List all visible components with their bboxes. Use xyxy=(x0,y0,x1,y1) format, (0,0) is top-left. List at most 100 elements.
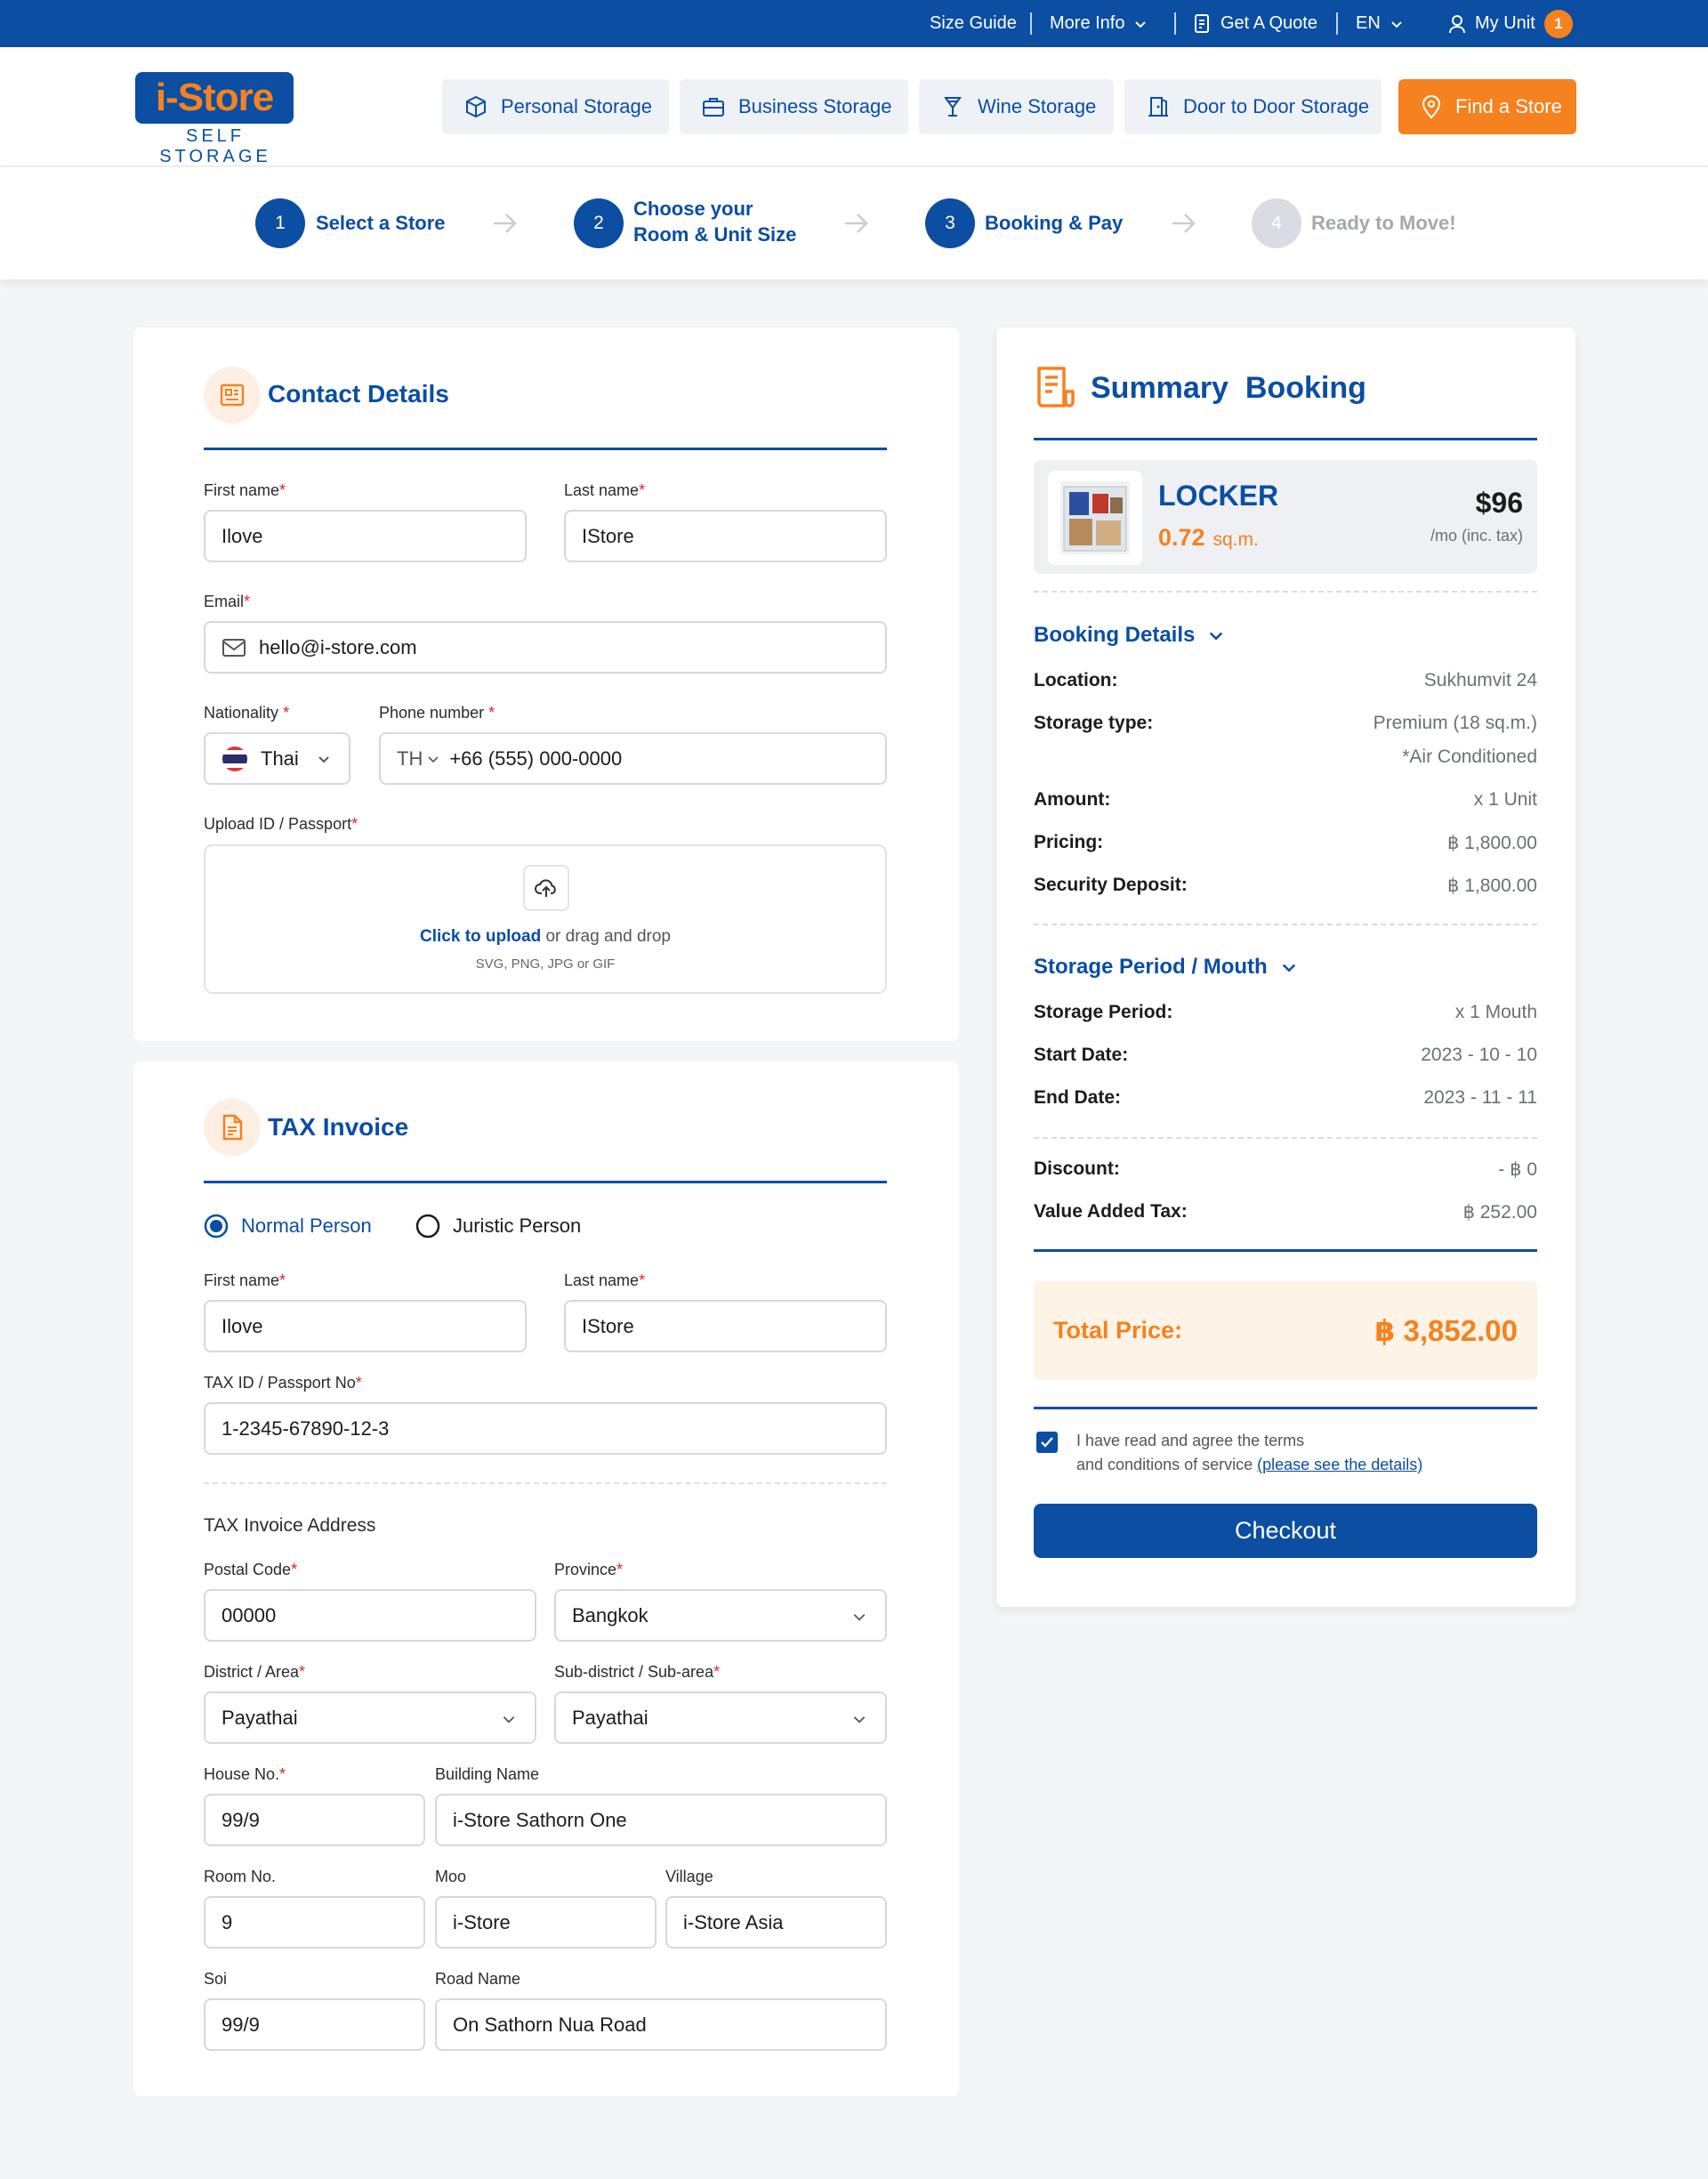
chevron-down-icon xyxy=(853,1614,866,1621)
step-2-label[interactable]: Choose your Room & Unit Size xyxy=(633,197,796,247)
last-name-input[interactable]: IStore xyxy=(564,510,887,562)
storage-period-toggle[interactable]: Storage Period / Mouth xyxy=(1034,955,1298,980)
user-icon xyxy=(1449,14,1465,33)
district-label: District / Area* xyxy=(204,1663,306,1681)
upload-instructions: Click to upload or drag and drop xyxy=(205,927,885,947)
nav-personal-storage[interactable]: Personal Storage xyxy=(442,79,669,134)
room-no-input[interactable]: 9 xyxy=(204,1896,425,1949)
divider xyxy=(1174,12,1176,35)
first-name-input[interactable]: Ilove xyxy=(204,510,527,562)
building-name-input[interactable]: i-Store Sathorn One xyxy=(435,1794,887,1846)
dashed-divider xyxy=(1034,924,1537,925)
my-unit-link[interactable]: My Unit 1 xyxy=(1448,0,1573,47)
unit-price-note: /mo (inc. tax) xyxy=(1430,527,1523,545)
house-no-input[interactable]: 99/9 xyxy=(204,1794,425,1846)
get-quote-label: Get A Quote xyxy=(1221,13,1317,33)
nav-door-to-door-storage[interactable]: Door to Door Storage xyxy=(1124,79,1382,134)
email-input[interactable]: hello@i-store.com xyxy=(204,621,887,674)
phone-value: +66 (555) 000-0000 xyxy=(449,747,623,770)
logo[interactable]: i-Store xyxy=(135,72,294,124)
unit-name: LOCKER xyxy=(1158,480,1279,512)
row-storage-type-note: *Air Conditioned xyxy=(1402,747,1537,767)
radio-juristic-person[interactable]: Juristic Person xyxy=(415,1214,581,1239)
section-divider xyxy=(204,448,887,450)
section-divider xyxy=(1034,1249,1537,1252)
nav-wine-storage[interactable]: Wine Storage xyxy=(919,79,1114,134)
tax-last-name-input[interactable]: IStore xyxy=(564,1300,887,1352)
first-name-label: First name* xyxy=(204,481,286,499)
subdistrict-label: Sub-district / Sub-area* xyxy=(554,1663,721,1681)
unit-size: 0.72 sq.m. xyxy=(1158,524,1259,551)
total-price-value: ฿ 3,852.00 xyxy=(1374,1314,1518,1347)
storage-period-label: Storage Period / Mouth xyxy=(1034,955,1268,979)
more-info-menu[interactable]: More Info xyxy=(1050,0,1148,47)
receipt-icon xyxy=(1037,367,1075,408)
nationality-select[interactable]: Thai xyxy=(204,732,350,785)
district-select[interactable]: Payathai xyxy=(204,1691,536,1744)
step-2-line-1: Choose your xyxy=(633,198,753,220)
village-label: Village xyxy=(665,1868,713,1885)
tax-id-input[interactable]: 1-2345-67890-12-3 xyxy=(204,1402,887,1455)
click-to-upload-link[interactable]: Click to upload xyxy=(420,927,541,946)
logo-text: i-Store xyxy=(155,76,274,119)
room-no-label: Room No. xyxy=(204,1868,277,1885)
my-unit-label: My Unit xyxy=(1475,13,1535,33)
radio-selected-icon xyxy=(204,1214,229,1239)
language-selector[interactable]: EN xyxy=(1356,0,1404,47)
chevron-down-icon xyxy=(428,755,439,763)
row-start-date: Start Date: 2023 - 10 - 10 xyxy=(1034,1045,1537,1065)
soi-input[interactable]: 99/9 xyxy=(204,1998,425,2051)
door-icon xyxy=(1148,97,1168,117)
booking-details-toggle[interactable]: Booking Details xyxy=(1034,623,1225,648)
moo-input[interactable]: i-Store xyxy=(435,1896,657,1949)
upload-text: or drag and drop xyxy=(545,927,671,946)
logo-subtitle: SELF STORAGE xyxy=(159,126,271,166)
total-price-label: Total Price: xyxy=(1053,1317,1183,1344)
terms-details-link[interactable]: (please see the details) xyxy=(1257,1456,1422,1473)
radio-label: Juristic Person xyxy=(453,1215,582,1237)
unit-count-badge: 1 xyxy=(1543,9,1573,38)
road-name-input[interactable]: On Sathorn Nua Road xyxy=(435,1998,887,2051)
row-location: Location: Sukhumvit 24 xyxy=(1034,670,1537,690)
terms-checkbox[interactable] xyxy=(1036,1432,1058,1453)
dashed-divider xyxy=(1034,1137,1537,1139)
postal-code-input[interactable]: 00000 xyxy=(204,1589,536,1642)
subdistrict-select[interactable]: Payathai xyxy=(554,1691,887,1744)
step-3-label[interactable]: Booking & Pay xyxy=(985,211,1123,237)
row-storage-period: Storage Period: x 1 Mouth xyxy=(1034,1002,1537,1022)
section-divider xyxy=(1034,438,1537,440)
upload-dropzone[interactable]: Click to upload or drag and drop SVG, PN… xyxy=(204,844,887,994)
checkout-button[interactable]: Checkout xyxy=(1034,1504,1537,1558)
email-value: hello@i-store.com xyxy=(259,635,417,658)
step-2-line-2: Room & Unit Size xyxy=(633,222,797,246)
find-store-button[interactable]: Find a Store xyxy=(1398,79,1576,134)
section-icon xyxy=(204,1099,261,1156)
unit-price: $96 xyxy=(1475,487,1523,519)
nav-label: Wine Storage xyxy=(978,95,1097,117)
tax-first-name-label: First name* xyxy=(204,1271,286,1289)
nav-business-storage[interactable]: Business Storage xyxy=(680,79,908,134)
chevron-down-icon xyxy=(1135,20,1147,28)
size-guide-link[interactable]: Size Guide xyxy=(930,0,1017,47)
step-1-label[interactable]: Select a Store xyxy=(316,211,446,237)
phone-country-code[interactable]: TH xyxy=(397,747,423,771)
radio-label: Normal Person xyxy=(241,1215,372,1237)
get-quote-link[interactable]: Get A Quote xyxy=(1194,0,1317,47)
size-guide-label: Size Guide xyxy=(930,13,1017,33)
road-name-label: Road Name xyxy=(435,1970,521,1988)
tax-last-name-label: Last name* xyxy=(564,1271,646,1289)
radio-normal-person[interactable]: Normal Person xyxy=(204,1214,372,1239)
arrow-right-icon xyxy=(845,214,868,233)
locker-image xyxy=(1048,471,1142,565)
row-amount: Amount: x 1 Unit xyxy=(1034,789,1537,810)
village-input[interactable]: i-Store Asia xyxy=(665,1896,887,1949)
postal-code-label: Postal Code* xyxy=(204,1561,298,1578)
radio-unselected-icon xyxy=(415,1214,440,1239)
tax-first-name-input[interactable]: Ilove xyxy=(204,1300,527,1352)
check-icon xyxy=(1041,1437,1053,1448)
phone-input[interactable]: TH +66 (555) 000-0000 xyxy=(379,732,887,785)
district-value: Payathai xyxy=(222,1706,298,1729)
nav-label: Door to Door Storage xyxy=(1183,95,1370,117)
map-pin-icon xyxy=(1422,95,1441,119)
province-select[interactable]: Bangkok xyxy=(554,1589,887,1642)
